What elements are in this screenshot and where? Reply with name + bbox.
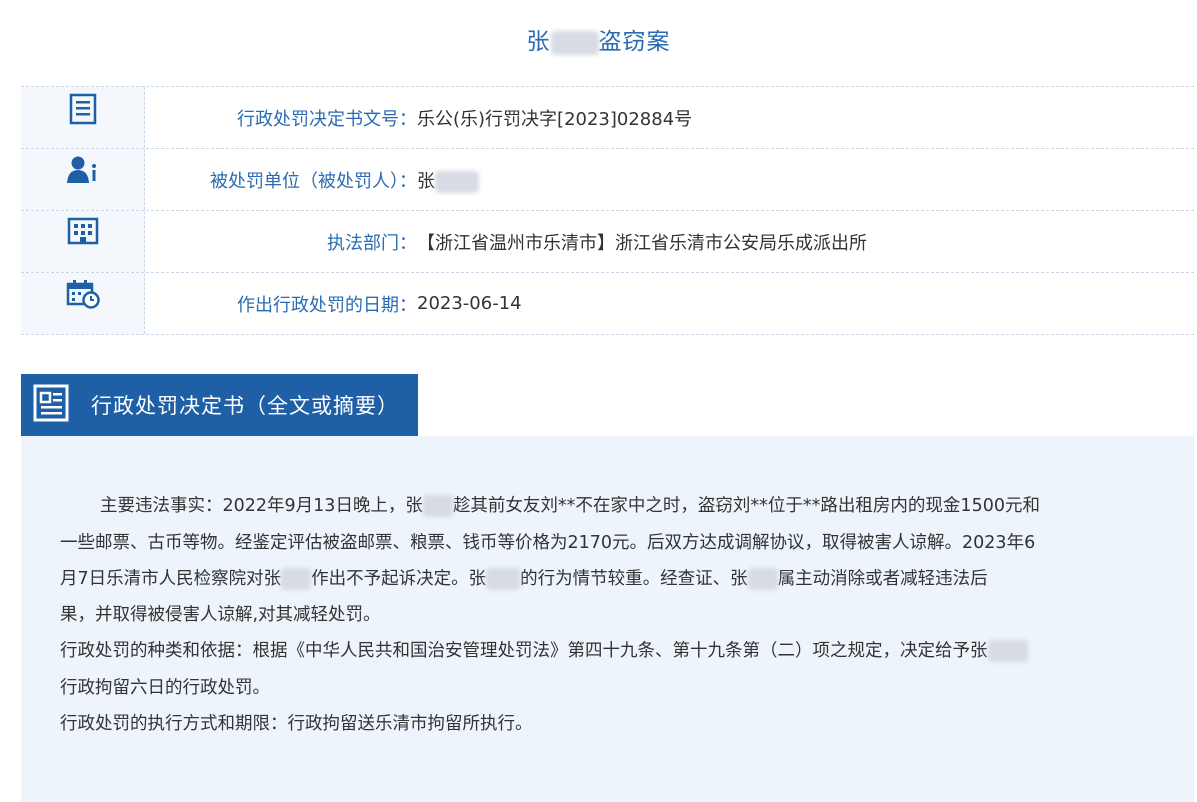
- punished-name-prefix: 张: [417, 170, 435, 192]
- document-number-icon: [21, 87, 145, 148]
- info-value: 乐公(乐)行罚决字[2023]02884号: [417, 108, 693, 130]
- redacted-name: [486, 568, 521, 590]
- redacted-name: [435, 170, 479, 193]
- text-segment: 行政处罚的种类和依据：根据《中华人民共和国治安管理处罚法》第四十九条、第十九条第…: [60, 641, 988, 661]
- case-info-table: 行政处罚决定书文号： 乐公(乐)行罚决字[2023]02884号 被处罚单位（被…: [21, 86, 1194, 335]
- content-line: 果，并取得被侵害人谅解,对其减轻处罚。: [60, 605, 381, 625]
- info-label: 行政处罚决定书文号：: [237, 108, 417, 130]
- info-row-document-number: 行政处罚决定书文号： 乐公(乐)行罚决字[2023]02884号: [21, 87, 1194, 149]
- content-line: 月7日乐清市人民检察院对张 作出不予起诉决定。张 的行为情节较重。经查证、张 属主动消…: [60, 561, 1170, 598]
- decision-section-header: 行政处罚决定书（全文或摘要）: [21, 374, 1194, 438]
- text-segment: 作出不予起诉决定。张: [311, 569, 487, 589]
- redacted-name: [281, 568, 312, 590]
- text-segment: 的行为情节较重。经查证、张: [520, 569, 748, 589]
- section-title: 行政处罚决定书（全文或摘要）: [91, 394, 399, 418]
- building-icon: [21, 211, 145, 272]
- info-row-enforcement-department: 执法部门： 【浙江省温州市乐清市】浙江省乐清市公安局乐成派出所: [21, 211, 1194, 273]
- redacted-name: [550, 30, 599, 55]
- text-segment: 主要违法事实：2022年9月13日晚上，张: [100, 496, 423, 516]
- content-line: 主要违法事实：2022年9月13日晚上，张 趁其前女友刘**不在家中之时，盗窃刘*…: [60, 488, 1170, 525]
- title-prefix: 张: [526, 29, 551, 55]
- info-label: 作出行政处罚的日期：: [237, 294, 417, 316]
- info-value: 【浙江省温州市乐清市】浙江省乐清市公安局乐成派出所: [417, 232, 867, 254]
- info-label: 被处罚单位（被处罚人）：: [210, 170, 417, 192]
- info-row-decision-date: 作出行政处罚的日期： 2023-06-14: [21, 273, 1194, 335]
- redacted-name: [747, 568, 778, 590]
- content-line: 行政处罚的种类和依据：根据《中华人民共和国治安管理处罚法》第四十九条、第十九条第…: [60, 633, 1170, 670]
- document-icon: [33, 384, 69, 426]
- text-segment: 趁其前女友刘**不在家中之时，盗窃刘**位于**路出租房内的现金1500元和: [452, 496, 1040, 516]
- info-value: 2023-06-14: [417, 293, 522, 314]
- content-line: 行政拘留六日的行政处罚。: [60, 678, 270, 698]
- title-suffix: 盗窃案: [598, 29, 671, 55]
- redacted-name: [422, 495, 453, 517]
- info-row-punished-party: 被处罚单位（被处罚人）： 张: [21, 149, 1194, 211]
- calendar-clock-icon: [21, 273, 145, 334]
- info-label: 执法部门：: [327, 232, 417, 254]
- text-segment: 月7日乐清市人民检察院对张: [60, 569, 282, 589]
- redacted-name: [987, 640, 1028, 662]
- person-info-icon: [21, 149, 145, 210]
- decision-content: 主要违法事实：2022年9月13日晚上，张 趁其前女友刘**不在家中之时，盗窃刘*…: [21, 436, 1194, 802]
- text-segment: 属主动消除或者减轻违法后: [777, 569, 988, 589]
- info-value: 张: [417, 167, 479, 193]
- section-tab: 行政处罚决定书（全文或摘要）: [21, 374, 418, 436]
- content-line: 行政处罚的执行方式和期限：行政拘留送乐清市拘留所执行。: [60, 714, 533, 734]
- page-title: 张 盗窃案: [0, 22, 1197, 56]
- content-line: 一些邮票、古币等物。经鉴定评估被盗邮票、粮票、钱币等价格为2170元。后双方达成…: [60, 533, 1036, 553]
